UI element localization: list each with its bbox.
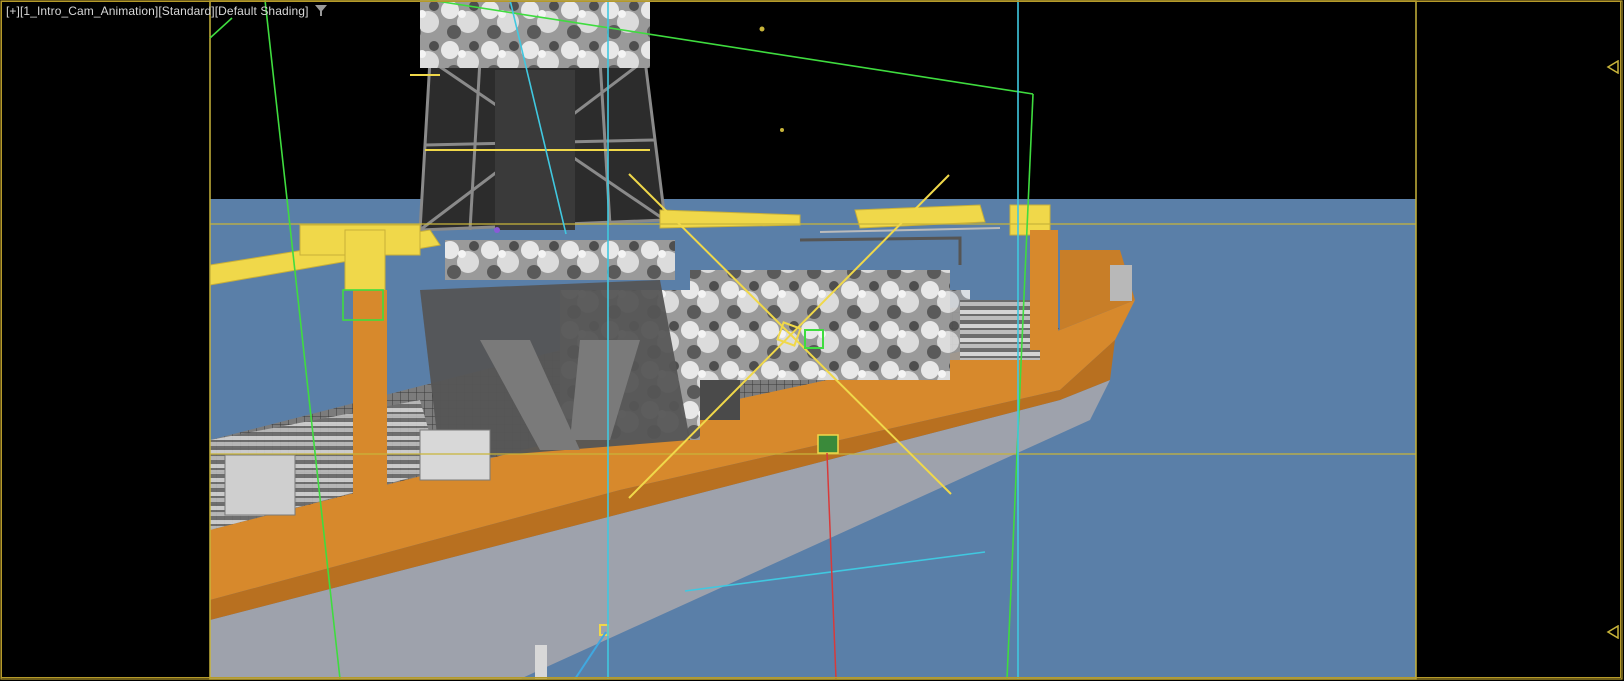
camera-helper-box: [817, 434, 839, 454]
camera-selector[interactable]: [1_Intro_Cam_Animation]: [20, 4, 158, 18]
scene-render[interactable]: [0, 0, 1624, 681]
column-right: [1030, 230, 1058, 350]
funnel-filter-icon[interactable]: [314, 5, 327, 17]
column-left: [353, 290, 387, 500]
render-region: [210, 0, 1416, 679]
viewport-menu-button[interactable]: [+]: [6, 4, 20, 18]
render-mode-selector[interactable]: [Standard]: [158, 4, 214, 18]
shading-mode-selector[interactable]: [Default Shading]: [215, 4, 309, 18]
triangle-marker-icon[interactable]: [1606, 59, 1620, 75]
viewport-label: [+] [1_Intro_Cam_Animation] [Standard] […: [6, 4, 327, 18]
derrick-top: [420, 0, 650, 68]
module-upper: [445, 240, 675, 280]
viewport[interactable]: [+] [1_Intro_Cam_Animation] [Standard] […: [0, 0, 1624, 681]
triangle-marker-icon[interactable]: [1606, 624, 1620, 640]
